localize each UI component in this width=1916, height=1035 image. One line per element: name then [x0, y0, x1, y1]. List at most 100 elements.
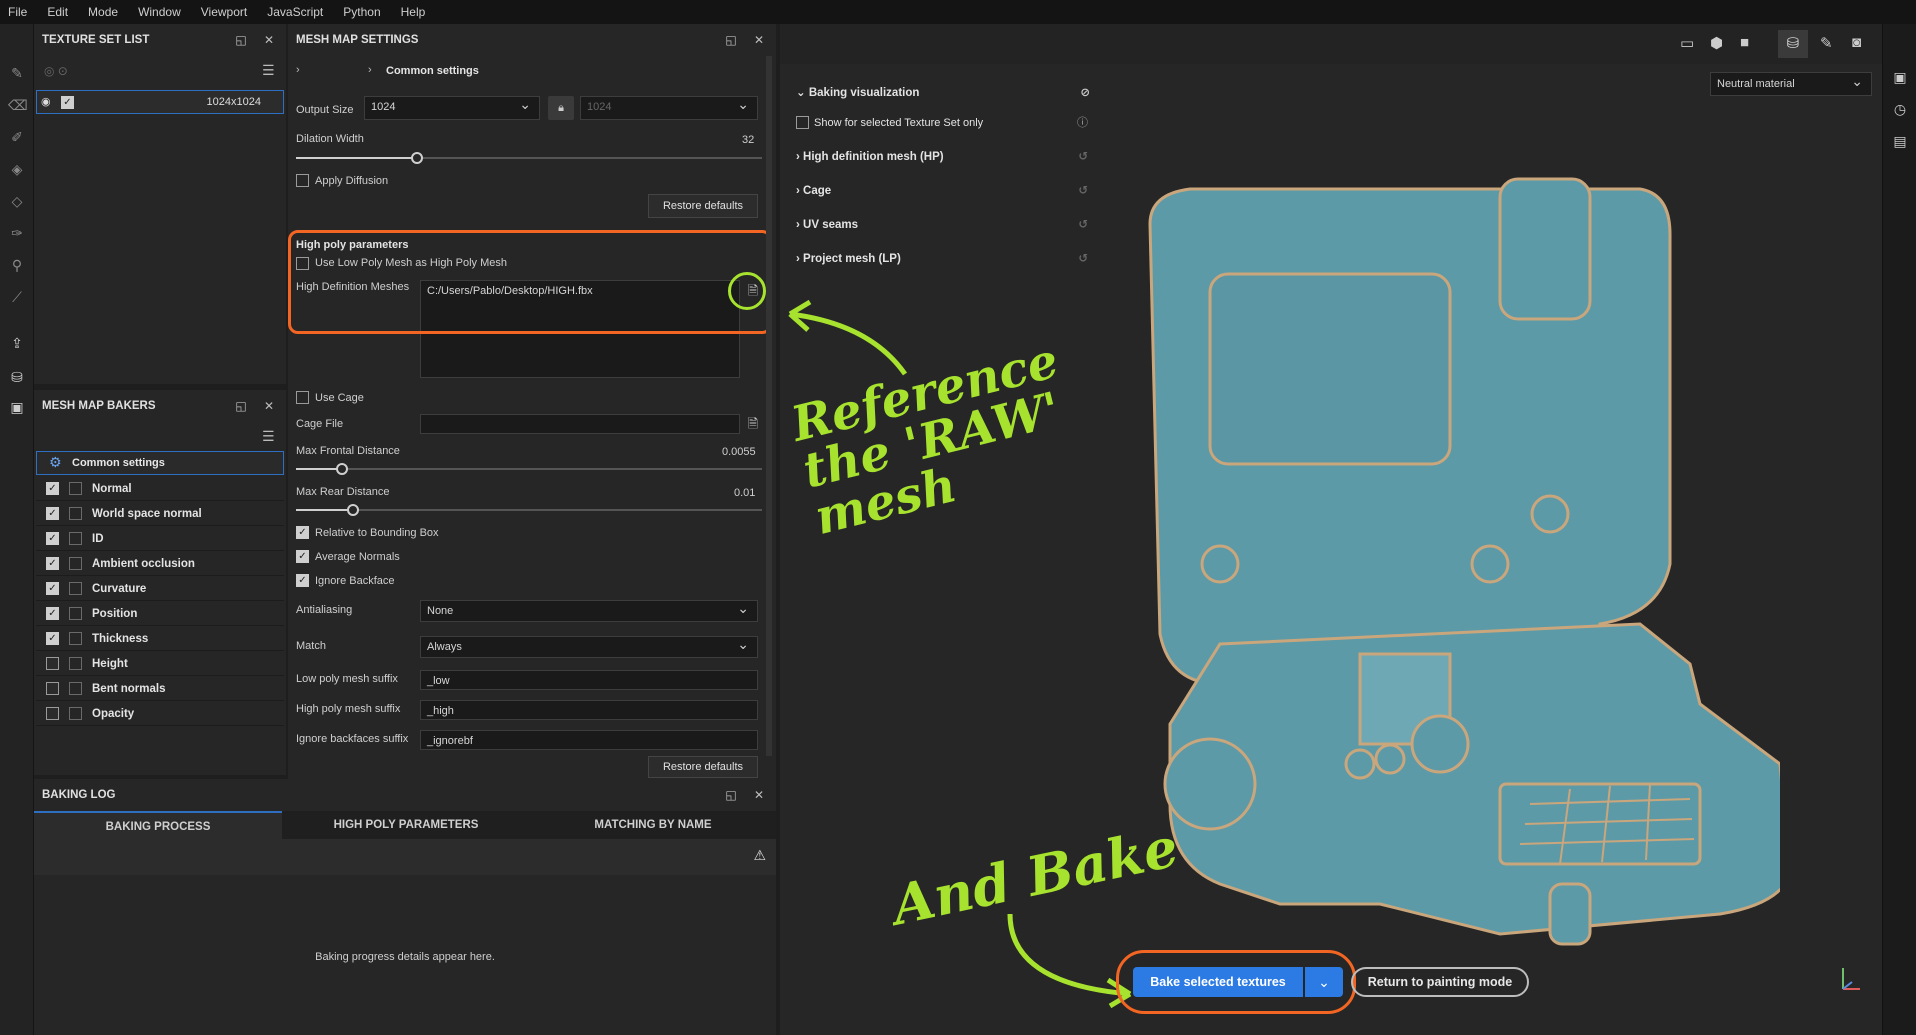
close-icon[interactable]: ✕: [752, 788, 766, 802]
chevron-right-icon[interactable]: ›: [368, 64, 372, 76]
viewport[interactable]: ▭ ⬢ ■ ⛁ ✎ ◙ Neutral material ⌄ Baking vi…: [780, 24, 1882, 1035]
hide-icon[interactable]: ⊘: [1080, 76, 1090, 110]
paint-brush-icon[interactable]: ✎: [8, 64, 26, 82]
section-hp[interactable]: › High definition mesh (HP) ↺: [796, 140, 1096, 174]
texture-set-row[interactable]: ◉ ✓ 1024x1024: [36, 90, 284, 114]
apply-diffusion-checkbox[interactable]: [296, 174, 309, 187]
max-rear-slider[interactable]: [296, 504, 762, 516]
float-icon[interactable]: ◱: [234, 33, 248, 47]
cage-file-field[interactable]: [420, 414, 740, 434]
low-suffix-input[interactable]: _low: [420, 670, 758, 690]
material-select[interactable]: Neutral material: [1710, 70, 1872, 96]
output-size-height-select[interactable]: 1024: [580, 94, 758, 120]
paint-mode-icon[interactable]: ✎: [1820, 34, 1833, 52]
menu-help[interactable]: Help: [401, 5, 426, 19]
log-icon[interactable]: ▤: [1891, 132, 1909, 150]
baker-row[interactable]: ✓ Thickness: [36, 627, 284, 651]
baker-row[interactable]: Height: [36, 652, 284, 676]
baker-checkbox[interactable]: ✓: [46, 482, 59, 495]
screenshot-icon[interactable]: ◙: [1852, 34, 1861, 51]
display-settings-icon[interactable]: ▣: [1891, 68, 1909, 86]
baker-row[interactable]: Opacity: [36, 702, 284, 726]
eye-icon[interactable]: ◉: [41, 95, 51, 108]
baker-row[interactable]: ✓ ID: [36, 527, 284, 551]
baker-checkbox[interactable]: ✓: [46, 532, 59, 545]
max-frontal-slider[interactable]: [296, 463, 762, 475]
baker-row[interactable]: Bent normals: [36, 677, 284, 701]
warning-icon[interactable]: ⚠: [753, 847, 766, 864]
picker-icon[interactable]: ⚲: [8, 256, 26, 274]
section-lp[interactable]: › Project mesh (LP) ↺: [796, 242, 1096, 276]
visibility-all-icon[interactable]: ◎ ⊙: [44, 64, 68, 78]
restore-defaults-button[interactable]: Restore defaults: [648, 756, 758, 778]
measure-icon[interactable]: ⟋: [8, 288, 26, 306]
texture-set-checkbox[interactable]: ✓: [61, 96, 74, 109]
close-icon[interactable]: ✕: [752, 33, 766, 47]
display-mode-icon[interactable]: ▭: [1680, 34, 1694, 52]
float-icon[interactable]: ◱: [724, 788, 738, 802]
ignore-suffix-input[interactable]: _ignorebf: [420, 730, 758, 750]
high-suffix-input[interactable]: _high: [420, 700, 758, 720]
section-common-settings[interactable]: Common settings: [386, 65, 479, 77]
output-size-select[interactable]: 1024: [364, 94, 540, 120]
baker-checkbox[interactable]: ✓: [46, 557, 59, 570]
float-icon[interactable]: ◱: [724, 33, 738, 47]
average-normals-checkbox[interactable]: ✓: [296, 550, 309, 563]
bake-icon[interactable]: ⛁: [8, 368, 26, 386]
bake-mode-icon[interactable]: ⛁: [1778, 30, 1808, 58]
bake-options-dropdown[interactable]: ⌄: [1305, 967, 1343, 997]
menu-icon[interactable]: ☰: [262, 428, 275, 445]
section-cage[interactable]: › Cage ↺: [796, 174, 1096, 208]
baker-checkbox[interactable]: ✓: [46, 607, 59, 620]
return-to-painting-button[interactable]: Return to painting mode: [1351, 967, 1529, 997]
menu-edit[interactable]: Edit: [47, 5, 68, 19]
eraser-icon[interactable]: ⌫: [8, 96, 28, 114]
tab-high-poly-parameters[interactable]: HIGH POLY PARAMETERS: [282, 811, 530, 839]
menu-icon[interactable]: ☰: [262, 62, 275, 79]
baker-row[interactable]: ✓ Normal: [36, 477, 284, 501]
common-settings-row[interactable]: ⚙ Common settings: [36, 451, 284, 475]
menu-viewport[interactable]: Viewport: [201, 5, 247, 19]
chevron-right-icon[interactable]: ›: [296, 64, 300, 76]
show-selected-row[interactable]: Show for selected Texture Set only ⓘ: [796, 106, 1096, 140]
smudge-icon[interactable]: ◇: [8, 192, 26, 210]
restore-defaults-button[interactable]: Restore defaults: [648, 194, 758, 218]
baker-row[interactable]: ✓ Position: [36, 602, 284, 626]
menu-window[interactable]: Window: [138, 5, 181, 19]
file-icon[interactable]: 🗎︎: [744, 415, 762, 433]
float-icon[interactable]: ◱: [234, 399, 248, 413]
ignore-backface-checkbox[interactable]: ✓: [296, 574, 309, 587]
baker-checkbox[interactable]: [46, 657, 59, 670]
clone-icon[interactable]: ✑: [8, 224, 26, 242]
camera-bake-icon[interactable]: ▣: [8, 398, 26, 416]
baker-checkbox[interactable]: ✓: [46, 632, 59, 645]
history-icon[interactable]: ◷: [1891, 100, 1909, 118]
3d-model[interactable]: [1080, 144, 1780, 964]
close-icon[interactable]: ✕: [262, 33, 276, 47]
match-select[interactable]: Always: [420, 634, 758, 658]
baker-row[interactable]: ✓ World space normal: [36, 502, 284, 526]
baker-checkbox[interactable]: [46, 682, 59, 695]
baker-checkbox[interactable]: [46, 707, 59, 720]
baker-checkbox[interactable]: ✓: [46, 507, 59, 520]
baker-checkbox[interactable]: ✓: [46, 582, 59, 595]
section-uv-seams[interactable]: › UV seams ↺: [796, 208, 1096, 242]
menu-file[interactable]: File: [8, 5, 27, 19]
antialiasing-select[interactable]: None: [420, 598, 758, 622]
export-icon[interactable]: ⇪: [8, 334, 26, 352]
dilation-width-slider[interactable]: [296, 152, 762, 164]
close-icon[interactable]: ✕: [262, 399, 276, 413]
cube-icon[interactable]: ⬢: [1710, 34, 1723, 52]
show-selected-checkbox[interactable]: [796, 116, 809, 129]
bake-vis-header[interactable]: ⌄ Baking visualization ⊘: [796, 76, 1096, 110]
tab-matching-by-name[interactable]: MATCHING BY NAME: [530, 811, 776, 839]
polygon-fill-icon[interactable]: ◈: [8, 160, 26, 178]
baker-row[interactable]: ✓ Curvature: [36, 577, 284, 601]
info-icon[interactable]: ⓘ: [1077, 106, 1088, 140]
bake-selected-textures-button[interactable]: Bake selected textures: [1133, 967, 1303, 997]
menu-javascript[interactable]: JavaScript: [267, 5, 323, 19]
use-cage-checkbox[interactable]: [296, 391, 309, 404]
menu-mode[interactable]: Mode: [88, 5, 118, 19]
camera-icon[interactable]: ■: [1740, 34, 1749, 51]
menu-python[interactable]: Python: [343, 5, 380, 19]
